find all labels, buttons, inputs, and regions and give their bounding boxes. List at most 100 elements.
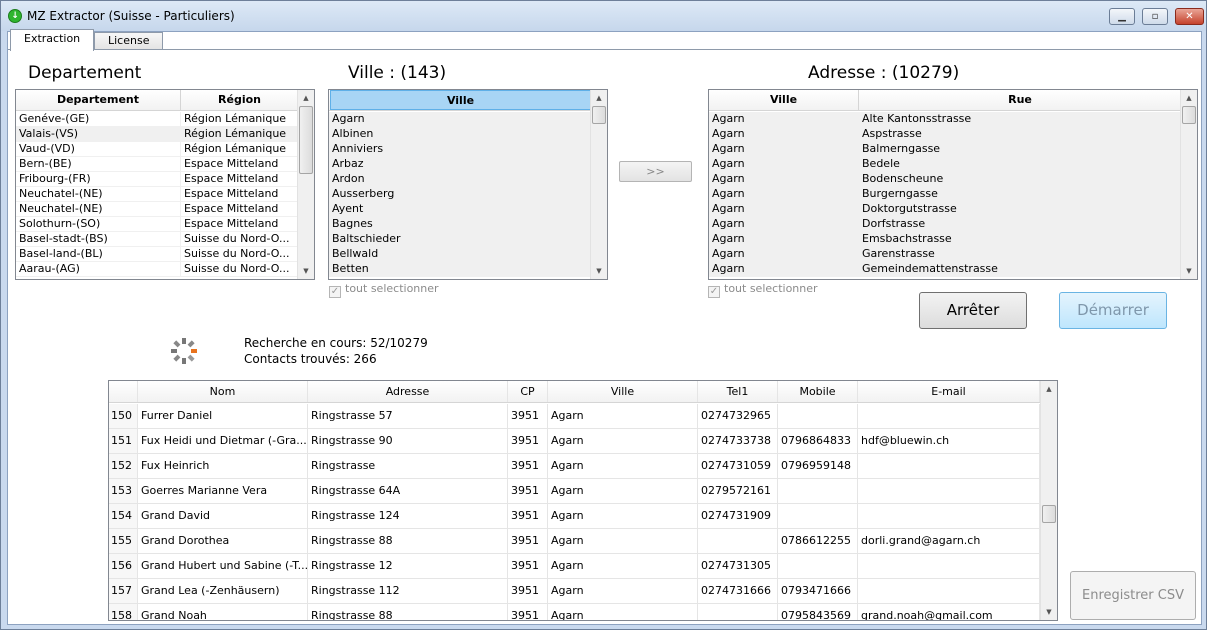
- region-cell: Espace Mitteland: [181, 172, 299, 186]
- region-cell: Région Lémanique: [181, 142, 299, 156]
- departement-grid[interactable]: Departement Région Genéve-(GE) Région Lém…: [15, 89, 315, 280]
- scroll-up-icon[interactable]: ▲: [298, 90, 314, 106]
- table-row[interactable]: Agarn Gemeindemattenstrasse: [709, 262, 1182, 277]
- row-number-cell: 150: [109, 404, 138, 428]
- tab-license[interactable]: License: [94, 32, 164, 50]
- scroll-up-icon[interactable]: ▲: [1041, 381, 1057, 397]
- column-header-rue[interactable]: Rue: [859, 90, 1182, 110]
- scroll-up-icon[interactable]: ▲: [1181, 90, 1197, 106]
- departement-cell: Valais-(VS): [16, 127, 181, 141]
- results-grid[interactable]: Nom Adresse CP Ville Tel1 Mobile E-mail …: [108, 380, 1058, 621]
- scroll-thumb[interactable]: [299, 106, 313, 174]
- column-header-mobile[interactable]: Mobile: [778, 381, 858, 402]
- scroll-thumb[interactable]: [1182, 106, 1196, 124]
- table-row[interactable]: Agarn Balmerngasse: [709, 142, 1182, 157]
- table-row[interactable]: Bern-(BE) Espace Mitteland: [16, 157, 299, 172]
- list-item[interactable]: Bagnes: [329, 217, 592, 232]
- ville-select-all-checkbox[interactable]: ✓ tout selectionner: [329, 282, 439, 298]
- list-item[interactable]: Baltschieder: [329, 232, 592, 247]
- column-header-ville[interactable]: Ville: [709, 90, 859, 110]
- table-row[interactable]: Agarn Bodenscheune: [709, 172, 1182, 187]
- scroll-thumb[interactable]: [592, 106, 606, 124]
- ville-grid[interactable]: Ville Agarn Albinen Anniviers Arbaz Ardon Aus…: [328, 89, 608, 280]
- column-header-ville[interactable]: Ville: [330, 90, 591, 110]
- scroll-down-icon[interactable]: ▼: [1041, 604, 1057, 620]
- list-item[interactable]: Agarn: [329, 112, 592, 127]
- scroll-down-icon[interactable]: ▼: [298, 263, 314, 279]
- table-row[interactable]: Agarn Burgerngasse: [709, 187, 1182, 202]
- table-row[interactable]: 152 Fux Heinrich Ringstrasse 3951 Agarn 02747…: [109, 454, 1040, 479]
- tab-extraction[interactable]: Extraction: [10, 29, 95, 51]
- adresse-grid[interactable]: Ville Rue Agarn Alte Kantonsstrasse Agarn A…: [708, 89, 1198, 280]
- cp-cell: 3951: [508, 479, 548, 503]
- contacts-found-text: Contacts trouvés: 266: [244, 352, 377, 366]
- maximize-button[interactable]: ▫: [1142, 8, 1168, 25]
- table-row[interactable]: Solothurn-(SO) Espace Mitteland: [16, 217, 299, 232]
- table-row[interactable]: Neuchatel-(NE) Espace Mitteland: [16, 202, 299, 217]
- list-item[interactable]: Ardon: [329, 172, 592, 187]
- table-row[interactable]: Agarn Doktorgutstrasse: [709, 202, 1182, 217]
- column-header-adresse[interactable]: Adresse: [308, 381, 508, 402]
- table-row[interactable]: Genéve-(GE) Région Lémanique: [16, 112, 299, 127]
- table-row[interactable]: 156 Grand Hubert und Sabine (-T... Ringstr…: [109, 554, 1040, 579]
- scroll-down-icon[interactable]: ▼: [591, 263, 607, 279]
- title-bar[interactable]: ↓ MZ Extractor (Suisse - Particuliers) ▁…: [1, 1, 1206, 31]
- tel1-cell: [698, 604, 778, 620]
- table-row[interactable]: Basel-land-(BL) Suisse du Nord-O...: [16, 247, 299, 262]
- table-row[interactable]: 153 Goerres Marianne Vera Ringstrasse 64A 3…: [109, 479, 1040, 504]
- transfer-button[interactable]: >>: [619, 161, 692, 182]
- column-header-departement[interactable]: Departement: [16, 90, 181, 110]
- column-header-cp[interactable]: CP: [508, 381, 548, 402]
- departement-cell: Solothurn-(SO): [16, 217, 181, 231]
- scroll-thumb[interactable]: [1042, 505, 1056, 523]
- scroll-up-icon[interactable]: ▲: [591, 90, 607, 106]
- stop-button[interactable]: Arrêter: [919, 292, 1027, 329]
- departement-scrollbar[interactable]: ▲ ▼: [297, 90, 314, 279]
- start-button[interactable]: Démarrer: [1059, 292, 1167, 329]
- table-row[interactable]: Agarn Garenstrasse: [709, 247, 1182, 262]
- adresse-cell: Ringstrasse: [308, 454, 508, 478]
- table-row[interactable]: Valais-(VS) Région Lémanique: [16, 127, 299, 142]
- table-row[interactable]: Aarau-(AG) Suisse du Nord-O...: [16, 262, 299, 277]
- table-row[interactable]: Agarn Emsbachstrasse: [709, 232, 1182, 247]
- list-item[interactable]: Arbaz: [329, 157, 592, 172]
- save-csv-button[interactable]: Enregistrer CSV: [1070, 571, 1196, 620]
- close-button[interactable]: ✕: [1175, 8, 1204, 25]
- table-row[interactable]: 157 Grand Lea (-Zenhäusern) Ringstrasse 11…: [109, 579, 1040, 604]
- column-header-region[interactable]: Région: [181, 90, 299, 110]
- column-header-ville[interactable]: Ville: [548, 381, 698, 402]
- table-row[interactable]: Fribourg-(FR) Espace Mitteland: [16, 172, 299, 187]
- list-item[interactable]: Bellwald: [329, 247, 592, 262]
- table-row[interactable]: Agarn Bedele: [709, 157, 1182, 172]
- table-row[interactable]: Agarn Alte Kantonsstrasse: [709, 112, 1182, 127]
- email-cell: grand.noah@gmail.com: [858, 604, 1040, 620]
- table-row[interactable]: Vaud-(VD) Région Lémanique: [16, 142, 299, 157]
- column-header-email[interactable]: E-mail: [858, 381, 1040, 402]
- table-row[interactable]: Basel-stadt-(BS) Suisse du Nord-O...: [16, 232, 299, 247]
- ville-scrollbar[interactable]: ▲ ▼: [590, 90, 607, 279]
- adresse-scrollbar[interactable]: ▲ ▼: [1180, 90, 1197, 279]
- departement-heading: Departement: [28, 63, 142, 83]
- departement-cell: Vaud-(VD): [16, 142, 181, 156]
- tel1-cell: [698, 529, 778, 553]
- minimize-button[interactable]: ▁: [1109, 8, 1135, 25]
- table-row[interactable]: Neuchatel-(NE) Espace Mitteland: [16, 187, 299, 202]
- table-row[interactable]: 150 Furrer Daniel Ringstrasse 57 3951 Agarn 0…: [109, 404, 1040, 429]
- adresse-select-all-checkbox[interactable]: ✓ tout selectionner: [708, 282, 818, 298]
- table-row[interactable]: 154 Grand David Ringstrasse 124 3951 Agarn 02…: [109, 504, 1040, 529]
- list-item[interactable]: Ausserberg: [329, 187, 592, 202]
- nom-cell: Grand David: [138, 504, 308, 528]
- list-item[interactable]: Ayent: [329, 202, 592, 217]
- column-header-tel1[interactable]: Tel1: [698, 381, 778, 402]
- list-item[interactable]: Betten: [329, 262, 592, 277]
- table-row[interactable]: 155 Grand Dorothea Ringstrasse 88 3951 Agarn…: [109, 529, 1040, 554]
- list-item[interactable]: Anniviers: [329, 142, 592, 157]
- scroll-down-icon[interactable]: ▼: [1181, 263, 1197, 279]
- table-row[interactable]: Agarn Aspstrasse: [709, 127, 1182, 142]
- column-header-nom[interactable]: Nom: [138, 381, 308, 402]
- list-item[interactable]: Albinen: [329, 127, 592, 142]
- table-row[interactable]: Agarn Dorfstrasse: [709, 217, 1182, 232]
- table-row[interactable]: 158 Grand Noah Ringstrasse 88 3951 Agarn 0795…: [109, 604, 1040, 620]
- results-scrollbar[interactable]: ▲ ▼: [1040, 381, 1057, 620]
- table-row[interactable]: 151 Fux Heidi und Dietmar (-Gra... Ringstr…: [109, 429, 1040, 454]
